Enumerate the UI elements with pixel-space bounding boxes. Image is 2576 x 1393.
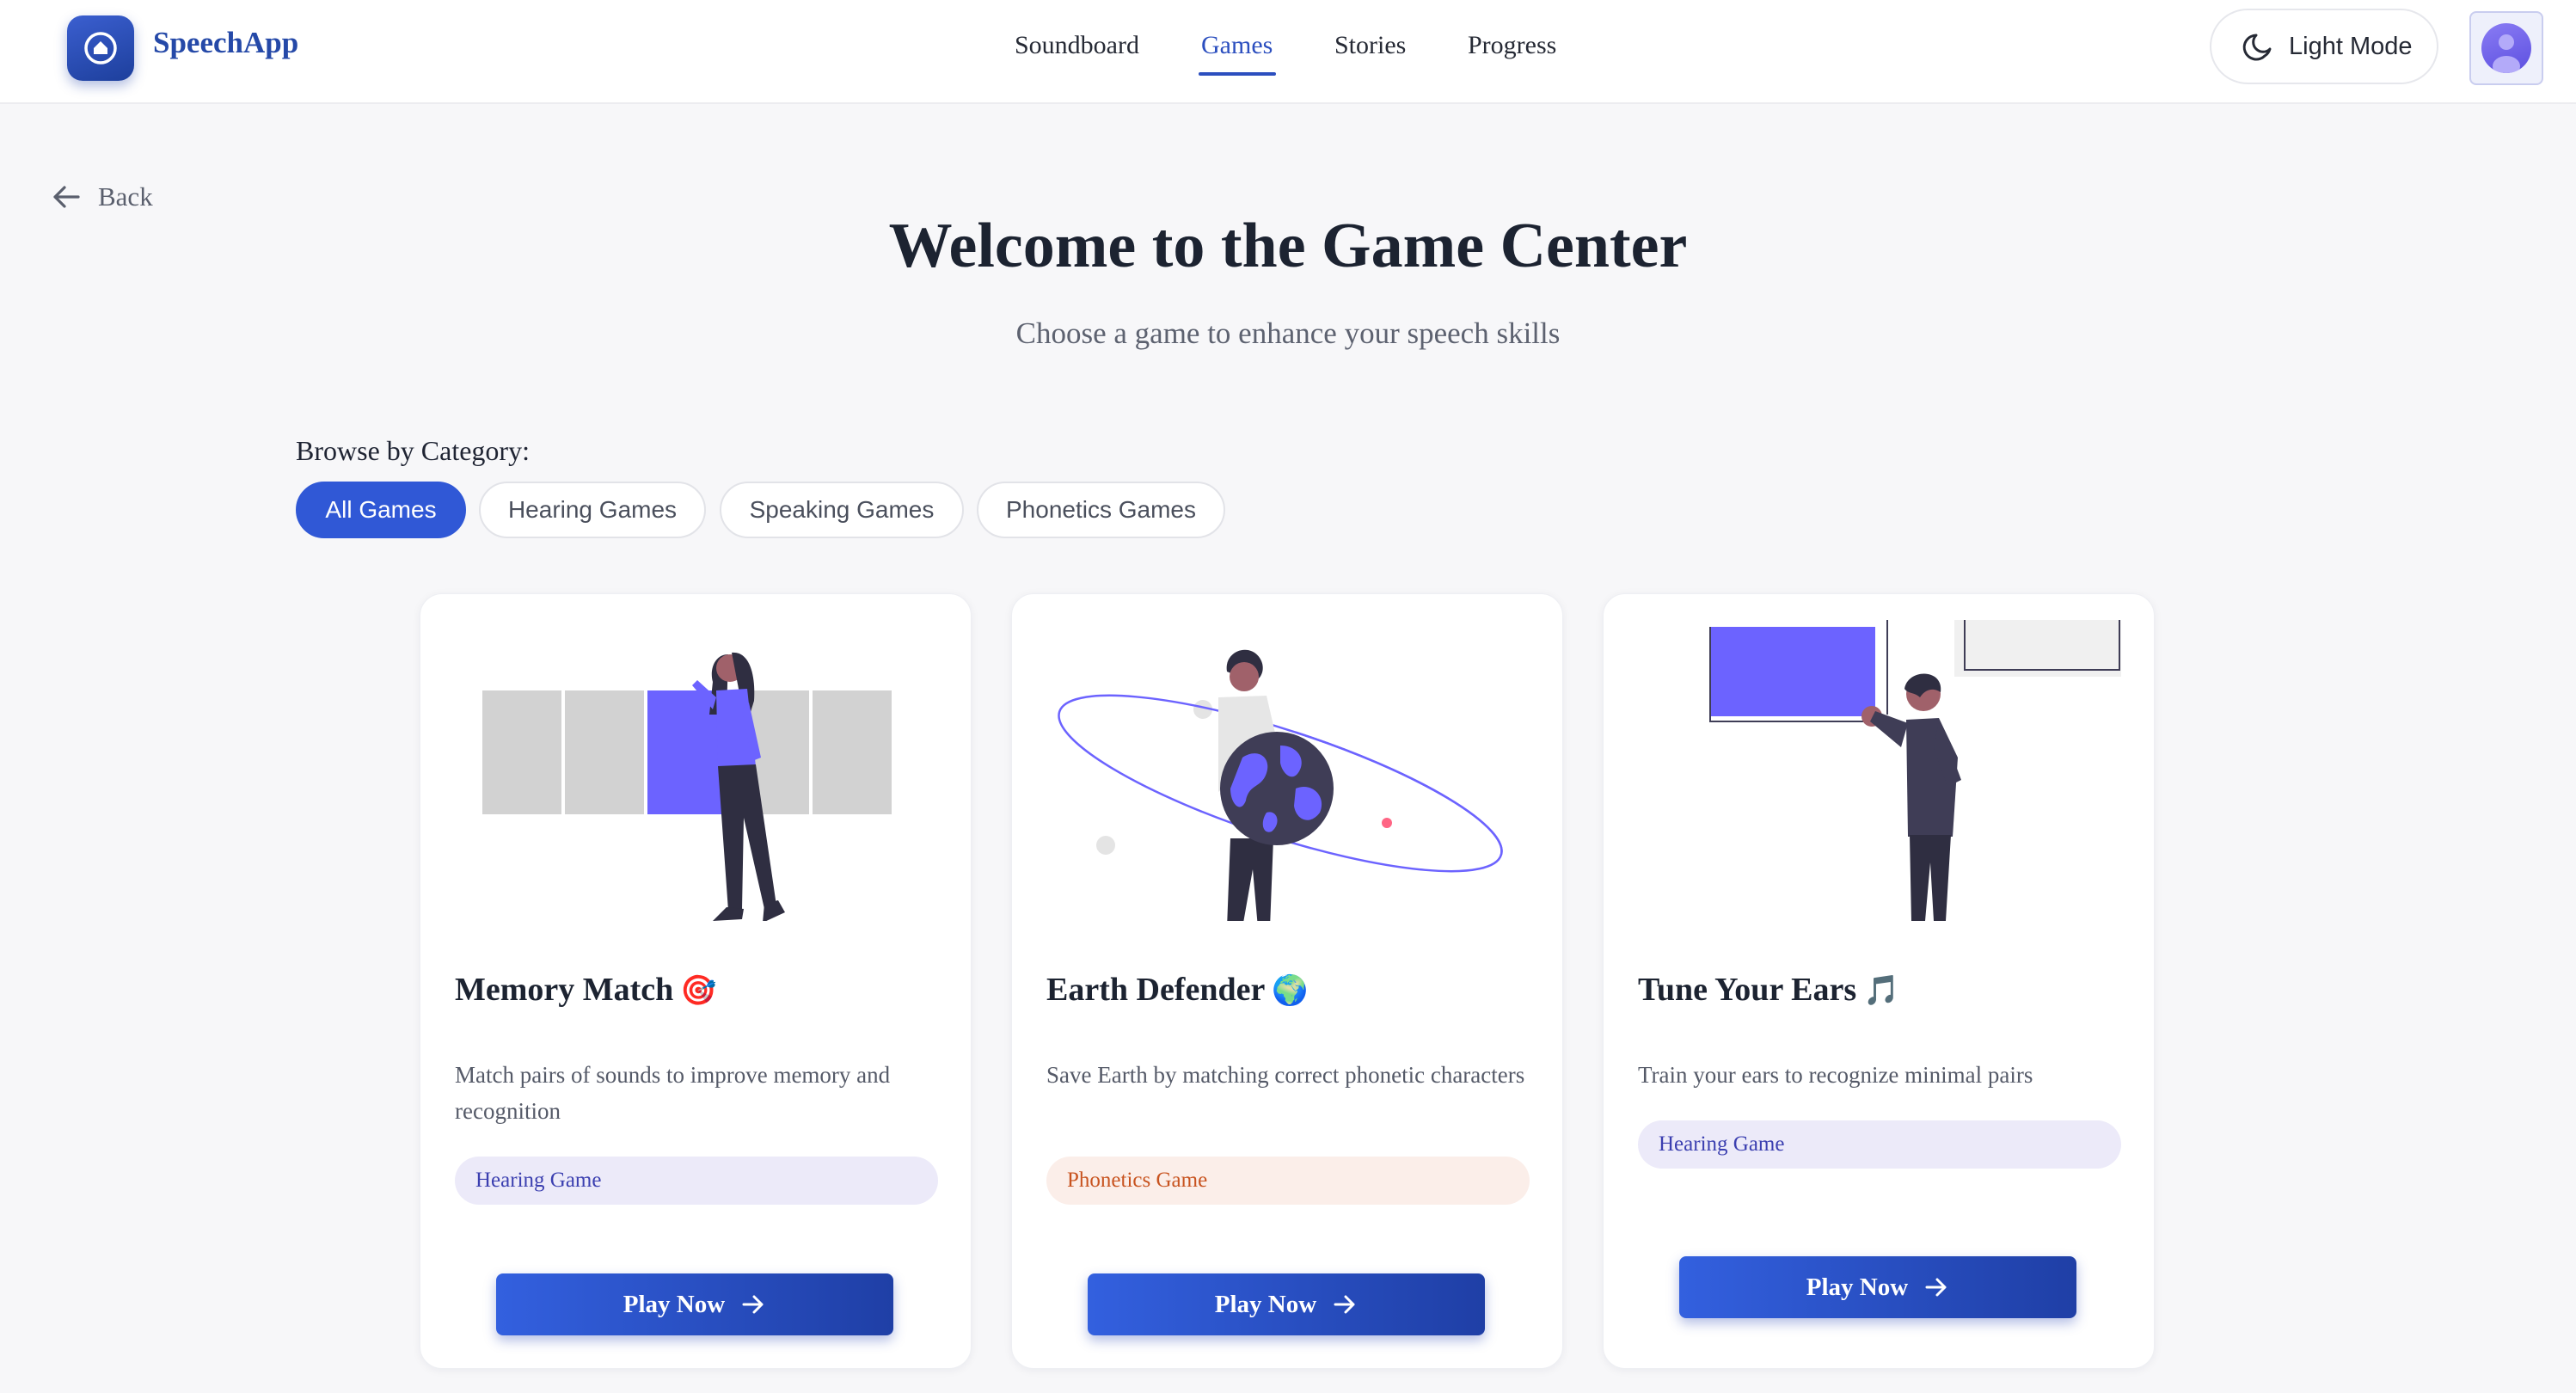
browse-category-label: Browse by Category: <box>296 435 530 466</box>
game-category-tag: Phonetics Game <box>1046 1157 1530 1205</box>
game-card-earth-defender[interactable]: Earth Defender 🌍 Save Earth by matching c… <box>1011 593 1563 1369</box>
user-icon <box>2481 23 2531 73</box>
game-title: Earth Defender 🌍 <box>1046 972 1309 1008</box>
play-now-button[interactable]: Play Now <box>496 1273 893 1335</box>
earth-defender-illustration <box>1058 649 1503 921</box>
user-avatar-button[interactable] <box>2469 11 2543 85</box>
game-title: Memory Match 🎯 <box>455 972 717 1008</box>
arrow-right-icon <box>742 1295 764 1314</box>
game-description: Match pairs of sounds to improve memory … <box>455 1062 891 1124</box>
category-chip-all-games[interactable]: All Games <box>296 482 466 538</box>
nav-link-soundboard[interactable]: Soundboard <box>1015 31 1139 60</box>
back-button[interactable]: Back <box>50 181 153 213</box>
nav-active-indicator <box>1199 72 1276 76</box>
nav-link-games[interactable]: Games <box>1201 31 1273 60</box>
theme-toggle-button[interactable]: Light Mode <box>2210 9 2438 84</box>
game-description: Train your ears to recognize minimal pai… <box>1638 1062 2033 1088</box>
moon-icon <box>2242 34 2272 61</box>
tune-your-ears-illustration <box>1709 620 2121 921</box>
arrow-right-icon <box>1925 1278 1947 1297</box>
home-icon <box>84 32 117 64</box>
globe-icon: 🌍 <box>1272 975 1309 1007</box>
arrow-left-icon <box>53 186 80 208</box>
app-name[interactable]: SpeechApp <box>153 26 298 60</box>
target-icon: 🎯 <box>680 975 717 1007</box>
game-card-memory-match[interactable]: Memory Match 🎯 Match pairs of sounds to i… <box>420 593 972 1369</box>
page-subtitle: Choose a game to enhance your speech ski… <box>1015 316 1561 350</box>
play-now-label: Play Now <box>1214 1290 1317 1318</box>
game-description: Save Earth by matching correct phonetic … <box>1046 1062 1525 1088</box>
nav-link-progress[interactable]: Progress <box>1468 31 1556 60</box>
arrow-right-icon <box>1334 1295 1355 1314</box>
play-now-button[interactable]: Play Now <box>1679 1256 2076 1318</box>
game-title: Tune Your Ears 🎵 <box>1638 972 1900 1008</box>
app-logo[interactable] <box>67 15 134 81</box>
game-card-tune-your-ears[interactable]: Tune Your Ears 🎵 Train your ears to recog… <box>1603 593 2155 1369</box>
memory-match-illustration <box>482 652 892 921</box>
page-title: Welcome to the Game Center <box>888 211 1688 281</box>
category-chip-hearing-games[interactable]: Hearing Games <box>479 482 706 538</box>
game-category-tag: Hearing Game <box>1638 1120 2121 1169</box>
play-now-label: Play Now <box>1806 1273 1909 1301</box>
category-chip-phonetics-games[interactable]: Phonetics Games <box>977 482 1225 538</box>
nav-link-stories[interactable]: Stories <box>1334 31 1406 60</box>
play-now-button[interactable]: Play Now <box>1088 1273 1485 1335</box>
play-now-label: Play Now <box>623 1290 726 1318</box>
music-note-icon: 🎵 <box>1863 975 1900 1007</box>
game-category-tag: Hearing Game <box>455 1157 938 1205</box>
top-navbar: SpeechApp Soundboard Games Stories Progr… <box>0 0 2576 104</box>
theme-toggle-label: Light Mode <box>2289 32 2413 60</box>
category-chip-speaking-games[interactable]: Speaking Games <box>720 482 964 538</box>
back-label: Back <box>98 181 153 212</box>
